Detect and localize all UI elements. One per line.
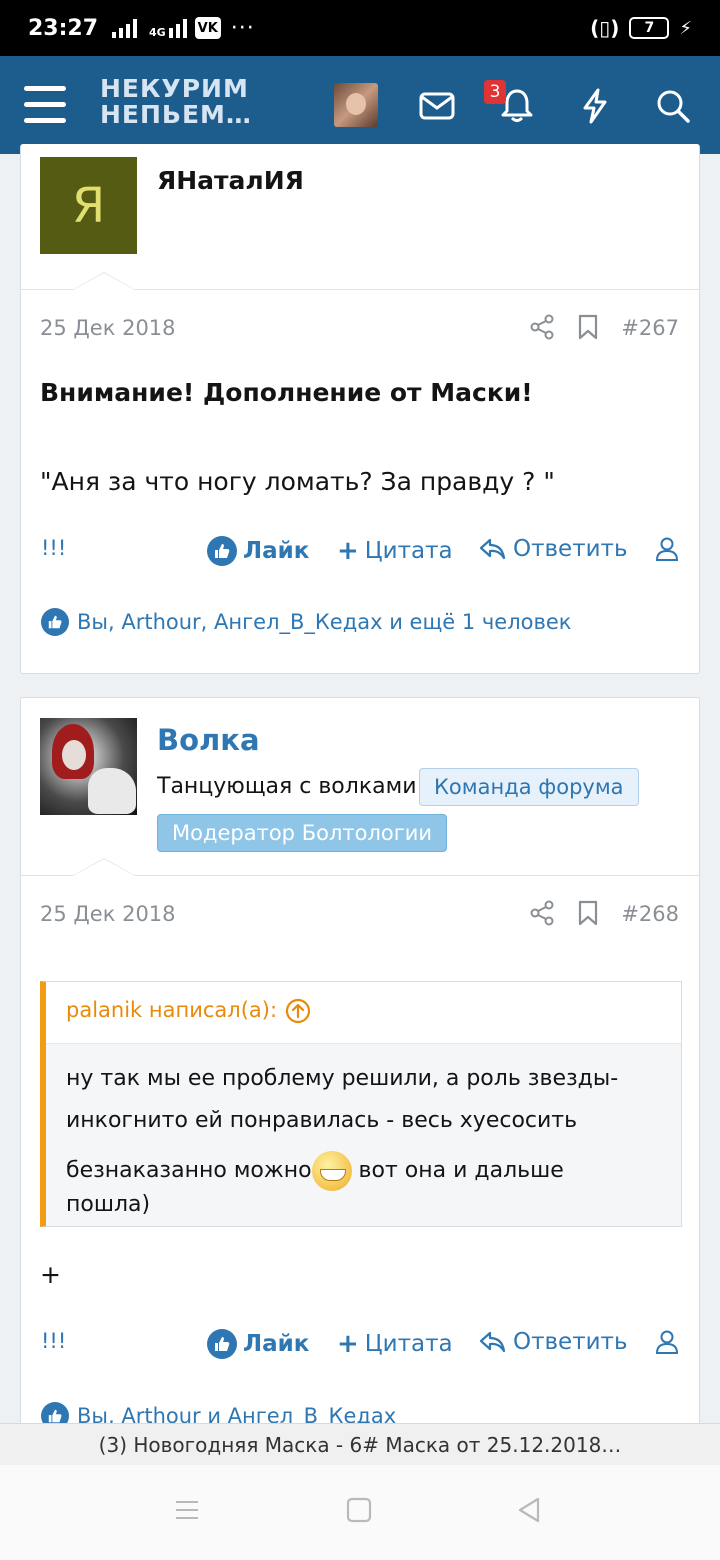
lightning-icon[interactable] bbox=[572, 83, 618, 129]
avatar[interactable]: Я bbox=[40, 157, 137, 254]
signal-icon: 4G bbox=[143, 18, 187, 38]
quote-block: palanik написал(а): ну так мы ее проблем… bbox=[40, 981, 682, 1227]
quote-label: Цитата bbox=[364, 538, 453, 564]
user-title: Танцующая с волками bbox=[157, 774, 417, 799]
reply-button[interactable]: Ответить bbox=[479, 1329, 628, 1355]
thumbs-up-icon bbox=[207, 1329, 237, 1359]
likers-text: Вы, Arthour, Ангел_В_Кедах и ещё 1 челов… bbox=[77, 610, 572, 634]
post-actions: !!! Лайк + Цитата Ответить bbox=[21, 530, 701, 570]
post-267: Я ЯНаталИЯ 25 Дек 2018 #267 Внимание! До… bbox=[20, 144, 700, 674]
report-link[interactable]: !!! bbox=[41, 536, 66, 560]
clock: 23:27 bbox=[28, 15, 99, 41]
thumbs-up-icon bbox=[41, 608, 69, 636]
quote-author[interactable]: palanik написал(а): bbox=[46, 982, 681, 1044]
site-logo[interactable]: НЕКУРИМ НЕПЬЕМ… bbox=[100, 76, 252, 128]
user-banner-moderator: Модератор Болтологии bbox=[157, 814, 448, 852]
battery-icon: 7 bbox=[629, 17, 670, 39]
app-header: НЕКУРИМ НЕПЬЕМ… bbox=[0, 56, 720, 154]
avatar[interactable] bbox=[334, 83, 378, 127]
post-date[interactable]: 25 Дек 2018 bbox=[40, 316, 176, 340]
post-number[interactable]: #268 bbox=[621, 902, 679, 926]
post-text-line: Внимание! Дополнение от Маски! bbox=[40, 378, 533, 407]
post-user-block: Я ЯНаталИЯ bbox=[21, 144, 699, 290]
logo-line-1: НЕКУРИМ bbox=[100, 74, 249, 103]
quote-button[interactable]: + Цитата bbox=[337, 536, 453, 566]
plus-icon: + bbox=[337, 1329, 359, 1359]
username[interactable]: Волка bbox=[157, 723, 260, 757]
user-icon[interactable] bbox=[655, 536, 679, 562]
logo-line-2: НЕПЬЕМ… bbox=[100, 100, 252, 129]
post-number[interactable]: #267 bbox=[621, 316, 679, 340]
post-meta: 25 Дек 2018 #267 bbox=[21, 290, 699, 362]
quote-author-label: palanik написал(а): bbox=[66, 998, 278, 1022]
system-nav-bar bbox=[0, 1465, 720, 1560]
vk-notification-icon: VK bbox=[194, 17, 221, 39]
like-label: Лайк bbox=[243, 538, 310, 564]
reply-button[interactable]: Ответить bbox=[479, 536, 628, 562]
user-arrow bbox=[72, 272, 136, 290]
status-bar: 23:27 4G VK ··· (▯) 7 ⚡ bbox=[0, 0, 720, 56]
post-text-line: + bbox=[40, 1260, 61, 1289]
recent-apps-icon[interactable] bbox=[172, 1495, 206, 1529]
quote-text-fragment: безнаказанно можно bbox=[66, 1158, 312, 1183]
mail-icon[interactable] bbox=[414, 83, 460, 129]
quote-text: ну так мы ее проблему решили, а роль зве… bbox=[46, 1044, 681, 1226]
charging-icon: ⚡ bbox=[679, 17, 692, 39]
menu-icon[interactable] bbox=[24, 86, 66, 124]
likes-summary[interactable]: Вы, Arthour, Ангел_В_Кедах и ещё 1 челов… bbox=[41, 608, 571, 636]
post-text-line: "Аня за что ногу ломать? За правду ? " bbox=[40, 467, 555, 496]
quote-line: ну так мы ее проблему решили, а роль зве… bbox=[66, 1066, 619, 1091]
user-icon[interactable] bbox=[655, 1329, 679, 1355]
quote-line: инкогнито ей понравилась - весь хуесосит… bbox=[66, 1108, 578, 1133]
post-meta: 25 Дек 2018 #268 bbox=[21, 876, 699, 948]
share-icon[interactable] bbox=[529, 900, 557, 928]
network-type: 4G bbox=[149, 26, 166, 39]
vibrate-icon: (▯) bbox=[590, 16, 620, 40]
report-link[interactable]: !!! bbox=[41, 1329, 66, 1353]
quote-text-fragment: вот она и дальше bbox=[351, 1158, 564, 1183]
reply-icon bbox=[479, 538, 506, 560]
username[interactable]: ЯНаталИЯ bbox=[157, 166, 304, 195]
reply-label: Ответить bbox=[513, 1329, 628, 1355]
arrow-up-circle-icon[interactable] bbox=[285, 998, 311, 1024]
alerts-badge: 3 bbox=[484, 80, 506, 104]
post-268: Волка Танцующая с волками Команда форума… bbox=[20, 697, 700, 1437]
more-notifications-icon: ··· bbox=[230, 15, 255, 41]
reply-label: Ответить bbox=[513, 536, 628, 562]
post-date[interactable]: 25 Дек 2018 bbox=[40, 902, 176, 926]
bookmark-icon[interactable] bbox=[577, 900, 605, 928]
like-label: Лайк bbox=[243, 1331, 310, 1357]
avatar[interactable] bbox=[40, 718, 137, 815]
thumbs-up-icon bbox=[207, 536, 237, 566]
signal-icon bbox=[112, 18, 138, 38]
user-arrow bbox=[72, 858, 136, 876]
home-icon[interactable] bbox=[344, 1495, 378, 1529]
quote-label: Цитата bbox=[364, 1331, 453, 1357]
plus-icon: + bbox=[337, 536, 359, 566]
reply-icon bbox=[479, 1331, 506, 1353]
post-user-block: Волка Танцующая с волками Команда форума… bbox=[21, 698, 699, 876]
back-icon[interactable] bbox=[514, 1495, 548, 1529]
quote-button[interactable]: + Цитата bbox=[337, 1329, 453, 1359]
grin-smiley-icon bbox=[311, 1151, 352, 1191]
search-icon[interactable] bbox=[650, 83, 696, 129]
user-banner-team: Команда форума bbox=[419, 768, 639, 806]
share-icon[interactable] bbox=[529, 314, 557, 342]
like-button[interactable]: Лайк bbox=[207, 536, 309, 566]
bookmark-icon[interactable] bbox=[577, 314, 605, 342]
post-actions: !!! Лайк + Цитата Ответить bbox=[21, 1323, 701, 1363]
browser-tab-title[interactable]: (3) Новогодняя Маска - 6# Маска от 25.12… bbox=[0, 1423, 720, 1465]
like-button[interactable]: Лайк bbox=[207, 1329, 309, 1359]
